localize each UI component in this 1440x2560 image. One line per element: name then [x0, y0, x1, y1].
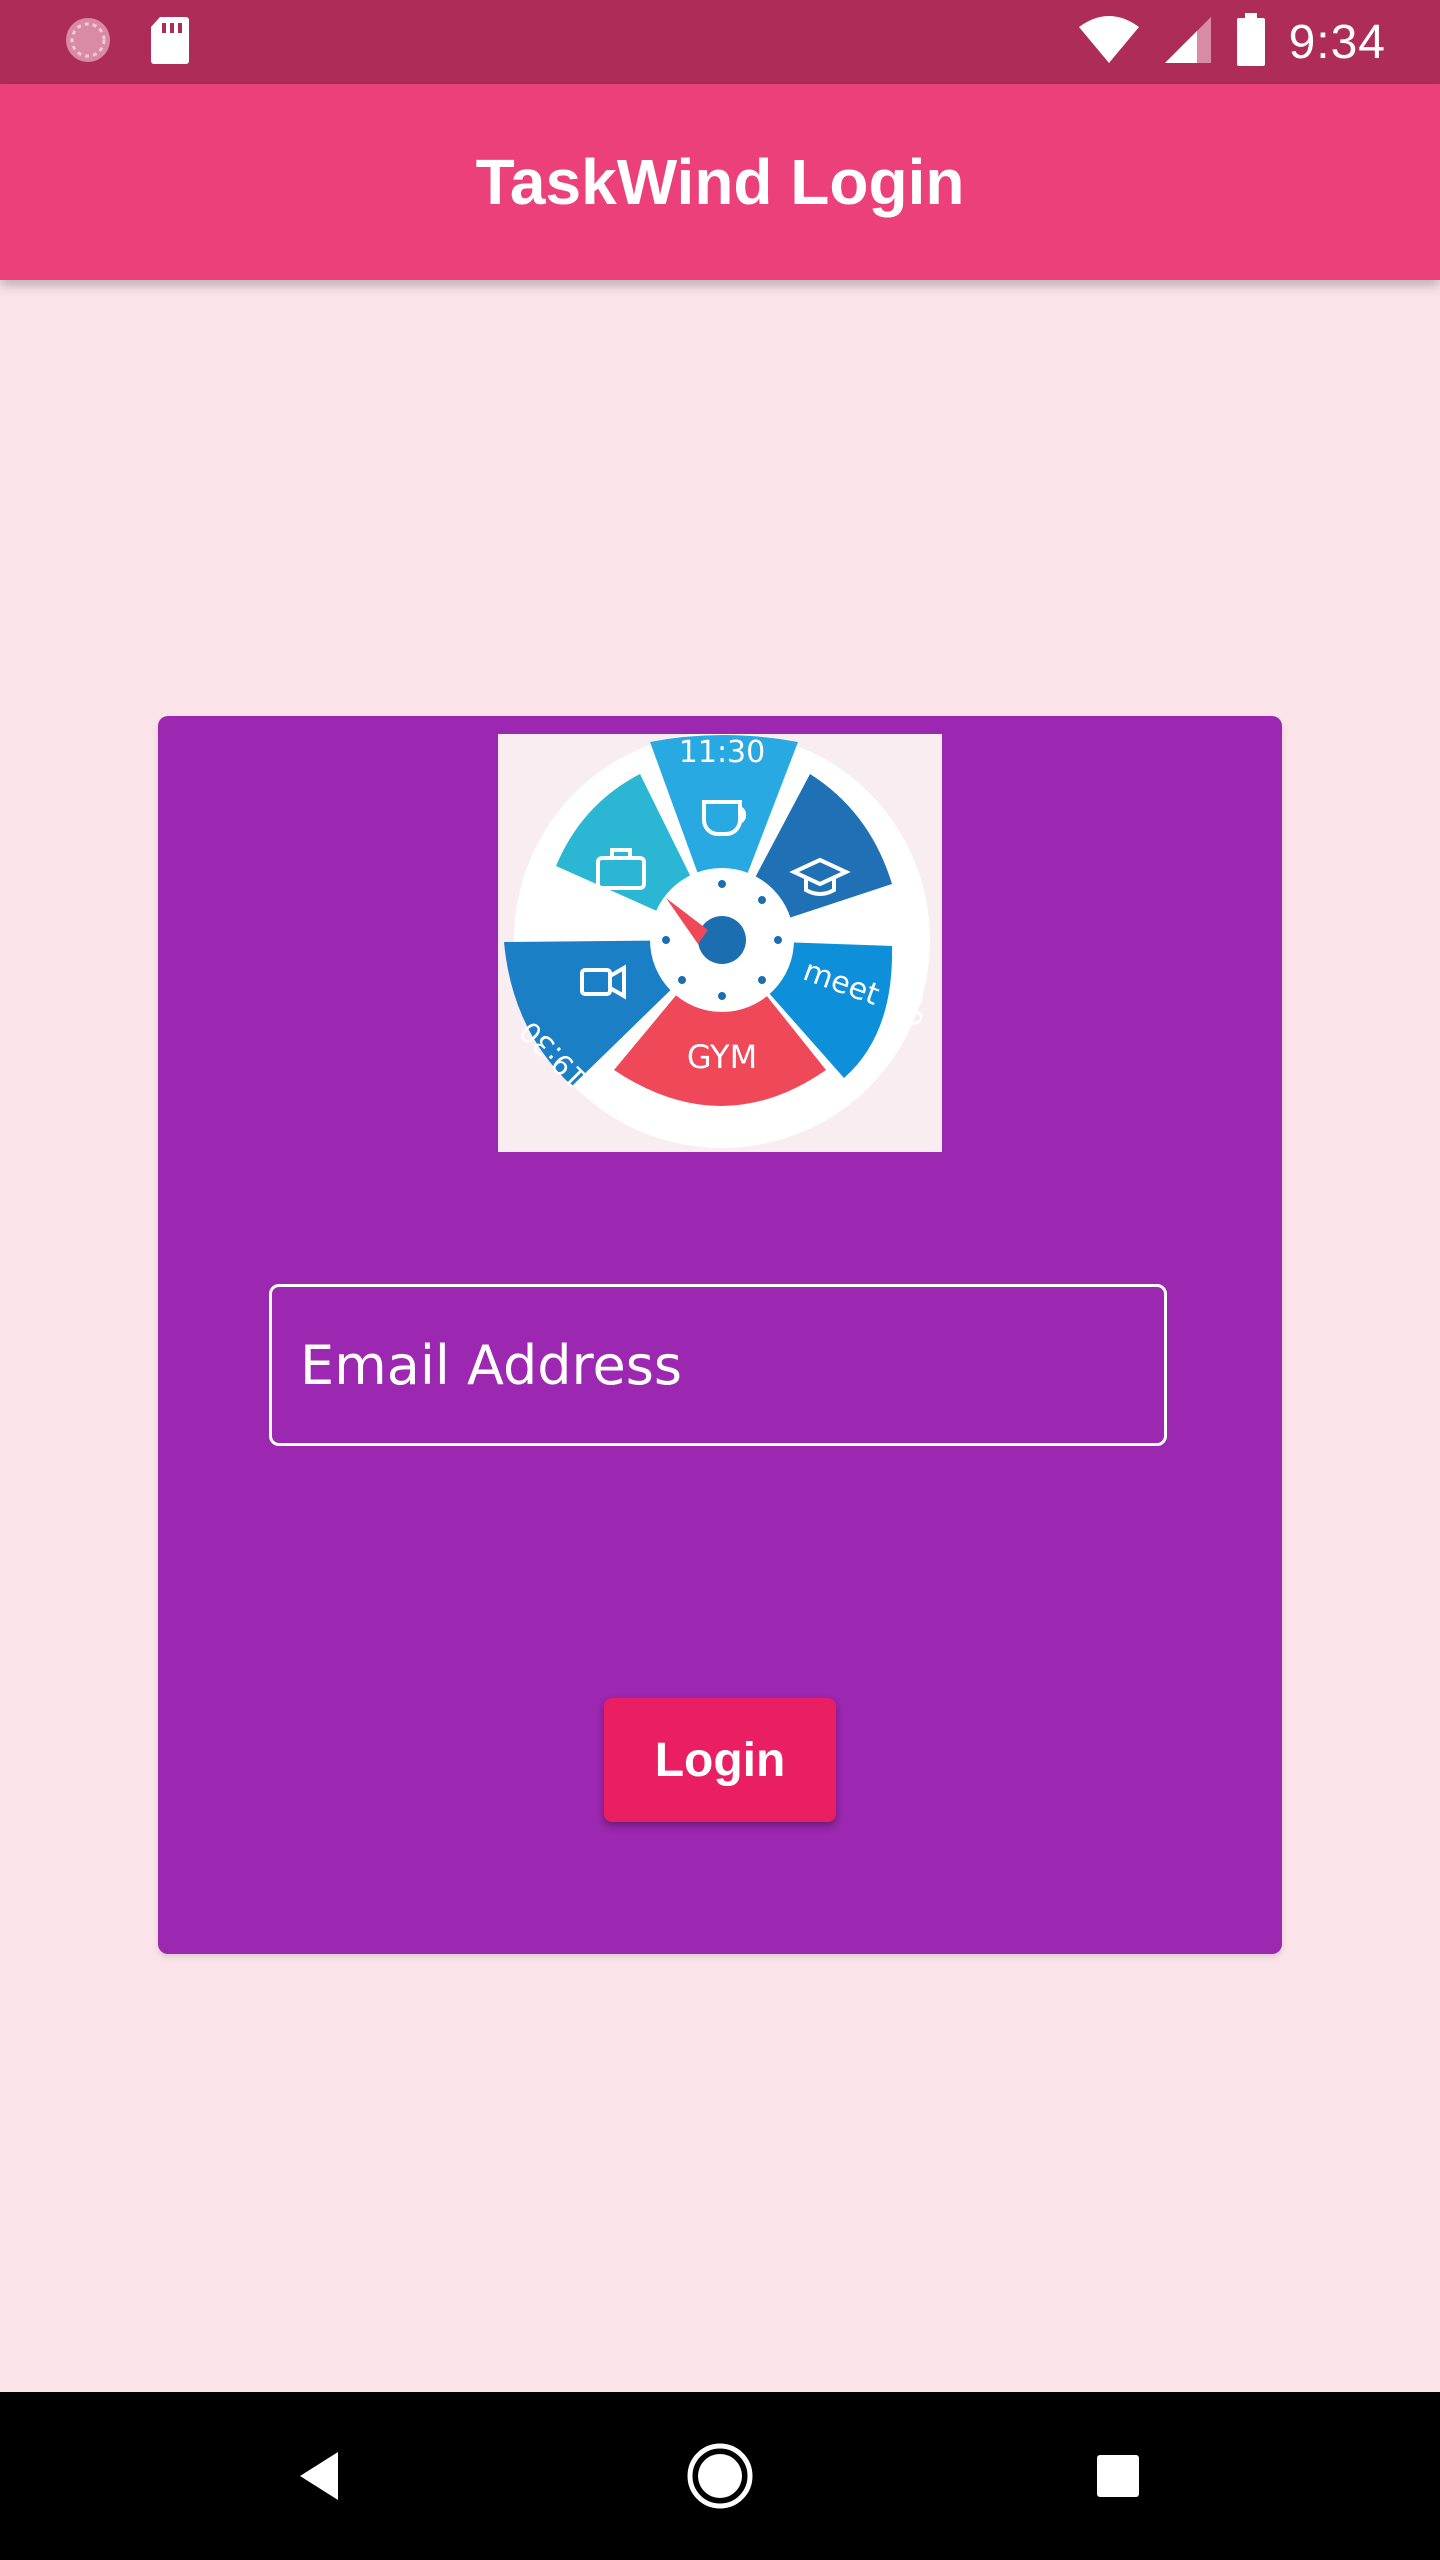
- status-bar-right: 9:34: [1077, 12, 1386, 72]
- page-title: TaskWind Login: [475, 146, 965, 218]
- status-bar: 9:34: [0, 0, 1440, 84]
- email-field[interactable]: [269, 1284, 1167, 1446]
- logo-label-right: 15:00: [895, 946, 928, 1027]
- login-card: 11:30 GYM meet 15:00 19:30 Login: [158, 716, 1282, 1954]
- signal-icon: [1163, 15, 1213, 70]
- battery-icon: [1235, 12, 1267, 72]
- sd-card-icon: [150, 15, 190, 70]
- navigation-bar: [0, 2392, 1440, 2560]
- recents-icon[interactable]: [1068, 2426, 1168, 2526]
- app-logo: 11:30 GYM meet 15:00 19:30: [498, 734, 942, 1152]
- clock-wheel-logo: 11:30 GYM meet 15:00 19:30: [504, 734, 930, 1148]
- sync-circle-icon: [62, 14, 114, 71]
- home-icon[interactable]: [670, 2426, 770, 2526]
- logo-label-gym: GYM: [687, 1038, 757, 1076]
- back-icon[interactable]: [272, 2426, 372, 2526]
- wifi-icon: [1077, 15, 1141, 70]
- login-button[interactable]: Login: [604, 1698, 836, 1822]
- status-bar-left: [62, 16, 190, 68]
- app-bar: TaskWind Login: [0, 84, 1440, 280]
- status-time: 9:34: [1288, 15, 1386, 69]
- logo-label-top: 11:30: [679, 735, 765, 770]
